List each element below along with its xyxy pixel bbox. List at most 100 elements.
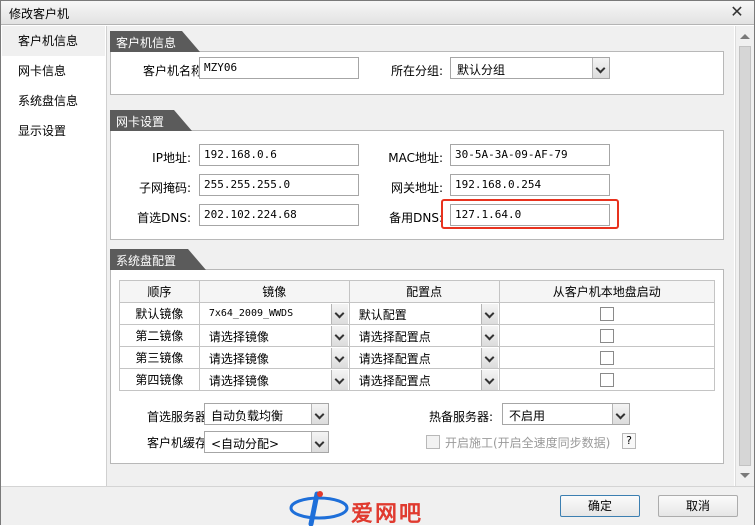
mask-field[interactable]: 255.255.255.0: [199, 174, 359, 196]
client-info-section-tab: 客户机信息: [110, 31, 200, 52]
column-header-local-boot: 从客户机本地盘启动: [498, 280, 716, 303]
table-row: 第二镜像 请选择镜像 请选择配置点: [119, 324, 716, 347]
disk-table: 顺序 镜像 配置点 从客户机本地盘启动 默认镜像 7x64_2009_WWDS …: [119, 280, 716, 391]
watermark-logo: 爱网吧: [289, 490, 465, 527]
image-select-value: 7x64_2009_WWDS: [208, 307, 294, 319]
chevron-down-icon: [480, 369, 498, 390]
gateway-label: 网关地址:: [390, 181, 443, 195]
local-boot-cell: [498, 324, 716, 347]
nic-section-title: 网卡设置: [116, 115, 165, 129]
chevron-down-icon: [330, 325, 348, 346]
local-boot-cell: [498, 302, 716, 325]
image-select-value: 请选择镜像: [208, 373, 269, 388]
watermark-swoosh-icon: [289, 491, 349, 527]
table-row: 默认镜像 7x64_2009_WWDS 默认配置: [119, 302, 716, 325]
disk-section-title: 系统盘配置: [116, 254, 177, 268]
scroll-down-icon[interactable]: [740, 473, 750, 478]
preferred-server-value: 自动负载均衡: [211, 409, 284, 423]
chevron-down-icon: [330, 369, 348, 390]
config-select[interactable]: 请选择配置点: [348, 346, 500, 369]
nic-section-tab: 网卡设置: [110, 110, 192, 131]
row-order: 默认镜像: [119, 302, 200, 325]
client-name-field[interactable]: MZY06: [199, 57, 359, 79]
dialog-footer: 爱网吧 确定 取消: [1, 486, 754, 527]
config-select[interactable]: 请选择配置点: [348, 368, 500, 391]
dns1-label: 首选DNS:: [137, 211, 191, 225]
chevron-down-icon: [592, 58, 609, 78]
local-boot-checkbox[interactable]: [599, 328, 614, 343]
image-select[interactable]: 请选择镜像: [198, 368, 350, 391]
construction-label: 开启施工(开启全速度同步数据): [445, 436, 611, 450]
table-row: 第四镜像 请选择镜像 请选择配置点: [119, 368, 716, 391]
cache-select[interactable]: <自动分配>: [204, 431, 329, 453]
ip-label: IP地址:: [152, 151, 191, 165]
local-boot-checkbox[interactable]: [599, 350, 614, 365]
watermark-text: 爱网吧: [351, 501, 424, 527]
hot-standby-label: 热备服务器:: [428, 410, 493, 424]
dns1-field[interactable]: 202.102.224.68: [199, 204, 359, 226]
disk-section-tab: 系统盘配置: [110, 249, 206, 270]
chevron-down-icon: [311, 404, 328, 424]
config-select[interactable]: 请选择配置点: [348, 324, 500, 347]
chevron-down-icon: [311, 432, 328, 452]
local-boot-cell: [498, 368, 716, 391]
sidebar-item-client-info[interactable]: 客户机信息: [2, 26, 105, 56]
sidebar-item-display-settings[interactable]: 显示设置: [2, 116, 105, 146]
table-header-row: 顺序 镜像 配置点 从客户机本地盘启动: [119, 280, 716, 303]
ok-button[interactable]: 确定: [560, 495, 640, 517]
config-select-value: 默认配置: [358, 307, 407, 322]
mask-label: 子网掩码:: [138, 181, 191, 195]
scroll-up-icon[interactable]: [740, 34, 750, 39]
local-boot-cell: [498, 346, 716, 369]
dns2-highlight-box: [441, 199, 619, 229]
group-select-value: 默认分组: [457, 63, 506, 77]
title-bar: 修改客户机 ✕: [1, 1, 754, 25]
preferred-server-select[interactable]: 自动负载均衡: [204, 403, 329, 425]
sidebar-item-nic-info[interactable]: 网卡信息: [2, 56, 105, 86]
chevron-down-icon: [612, 404, 629, 424]
table-row: 第三镜像 请选择镜像 请选择配置点: [119, 346, 716, 369]
hot-standby-value: 不启用: [509, 409, 546, 423]
client-info-section-title: 客户机信息: [116, 36, 177, 50]
chevron-down-icon: [480, 347, 498, 368]
window-title: 修改客户机: [9, 7, 70, 21]
chevron-down-icon: [480, 303, 498, 324]
config-select-value: 请选择配置点: [358, 329, 431, 344]
column-header-order: 顺序: [119, 280, 200, 303]
chevron-down-icon: [480, 325, 498, 346]
image-select[interactable]: 7x64_2009_WWDS: [198, 302, 350, 325]
chevron-down-icon: [330, 347, 348, 368]
mac-label: MAC地址:: [388, 151, 443, 165]
settings-panel: 客户机信息 客户机名称: MZY06 所在分组: 默认分组 网卡设置 IP地址:…: [106, 26, 734, 486]
group-select[interactable]: 默认分组: [450, 57, 610, 79]
image-select[interactable]: 请选择镜像: [198, 324, 350, 347]
cache-value: <自动分配>: [211, 437, 280, 451]
row-order: 第四镜像: [119, 368, 200, 391]
config-select-value: 请选择配置点: [358, 373, 431, 388]
construction-checkbox[interactable]: [426, 435, 440, 449]
close-icon[interactable]: ✕: [728, 3, 746, 21]
image-select[interactable]: 请选择镜像: [198, 346, 350, 369]
hot-standby-select[interactable]: 不启用: [502, 403, 630, 425]
local-boot-checkbox[interactable]: [599, 306, 614, 321]
vertical-scrollbar[interactable]: [735, 26, 754, 486]
column-header-config: 配置点: [348, 280, 500, 303]
cancel-button[interactable]: 取消: [658, 495, 738, 517]
sidebar-item-disk-info[interactable]: 系统盘信息: [2, 86, 105, 116]
chevron-down-icon: [330, 303, 348, 324]
local-boot-checkbox[interactable]: [599, 372, 614, 387]
dialog-window: 修改客户机 ✕ 客户机信息 网卡信息 系统盘信息 显示设置 客户机信息 客户机名…: [0, 0, 755, 527]
preferred-server-label: 首选服务器:: [146, 410, 211, 424]
client-name-label: 客户机名称:: [142, 64, 207, 78]
image-select-value: 请选择镜像: [208, 351, 269, 366]
help-icon[interactable]: ?: [622, 433, 636, 449]
config-select-value: 请选择配置点: [358, 351, 431, 366]
cache-label: 客户机缓存:: [146, 436, 211, 450]
gateway-field[interactable]: 192.168.0.254: [450, 174, 610, 196]
scroll-thumb[interactable]: [739, 46, 751, 466]
ip-field[interactable]: 192.168.0.6: [199, 144, 359, 166]
column-header-image: 镜像: [198, 280, 350, 303]
mac-field[interactable]: 30-5A-3A-09-AF-79: [450, 144, 610, 166]
config-select[interactable]: 默认配置: [348, 302, 500, 325]
sidebar-nav: 客户机信息 网卡信息 系统盘信息 显示设置: [2, 26, 105, 486]
